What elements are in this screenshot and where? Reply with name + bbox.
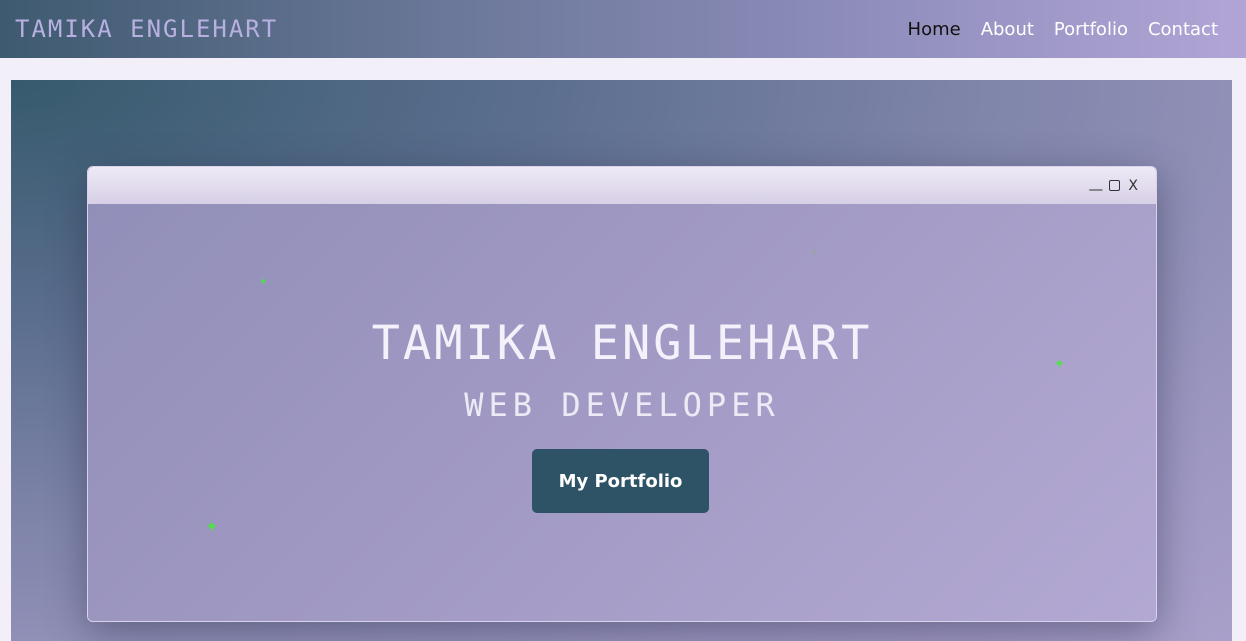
nav-about[interactable]: About (981, 19, 1034, 40)
hero-name: TAMIKA ENGLEHART (371, 316, 873, 371)
sparkle-icon: ✦ (808, 244, 820, 260)
window-titlebar: __ X (88, 167, 1156, 204)
portfolio-button[interactable]: My Portfolio (532, 449, 709, 513)
maximize-icon[interactable] (1109, 180, 1121, 191)
nav-contact[interactable]: Contact (1148, 19, 1218, 40)
hero-section: __ X ✦ ✦ ✦ ✦ TAMIKA ENGLEHART WEB DEVELO… (11, 80, 1232, 641)
main-nav: Home About Portfolio Contact (888, 19, 1218, 40)
nav-home[interactable]: Home (908, 19, 961, 40)
window-content: ✦ ✦ ✦ ✦ TAMIKA ENGLEHART WEB DEVELOPER M… (88, 204, 1156, 621)
minimize-icon[interactable]: __ (1089, 176, 1102, 190)
nav-portfolio[interactable]: Portfolio (1054, 19, 1128, 40)
brand-logo[interactable]: TAMIKA ENGLEHART (15, 15, 278, 43)
sparkle-icon: ✦ (1054, 356, 1065, 371)
close-icon[interactable]: X (1128, 179, 1138, 193)
sparkle-icon: ✦ (259, 277, 268, 288)
hero-role: WEB DEVELOPER (464, 386, 780, 424)
hero-window: __ X ✦ ✦ ✦ ✦ TAMIKA ENGLEHART WEB DEVELO… (87, 166, 1157, 622)
sparkle-icon: ✦ (205, 519, 219, 536)
site-header: TAMIKA ENGLEHART Home About Portfolio Co… (0, 0, 1246, 58)
